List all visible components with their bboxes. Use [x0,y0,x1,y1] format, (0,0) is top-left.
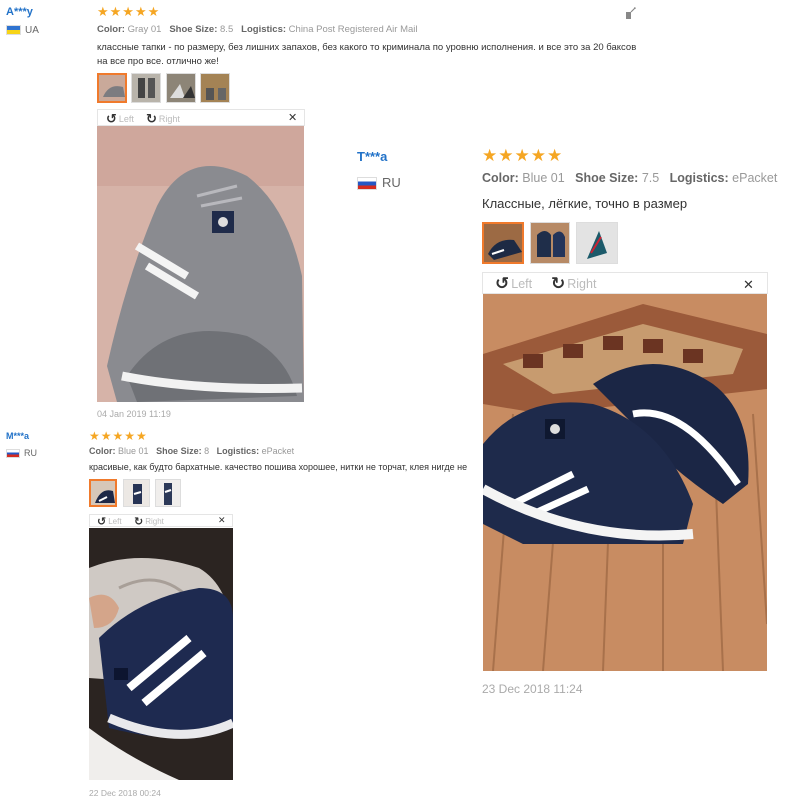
logistics-value: ePacket [261,446,295,456]
rotate-left-button[interactable]: ↺ Left [106,111,134,127]
color-value: Blue 01 [118,446,149,456]
rotate-left-label: Left [118,114,134,124]
photo-viewer-toolbar: ↺ Left ↻ Right ✕ [97,109,305,126]
review-photo-thumbnail[interactable] [530,222,570,264]
report-icon[interactable] [625,7,637,20]
russia-flag-icon [6,449,20,459]
logistics-label: Logistics: [669,171,729,185]
rotate-left-icon: ↺ [495,274,510,293]
size-label: Shoe Size: [156,446,202,456]
country-code: UA [25,25,39,36]
rotate-right-icon: ↻ [551,274,566,293]
reviewer-name[interactable]: A***y [6,6,33,18]
reviewer-country: RU [6,448,37,459]
star-rating: ★★★★★ [89,429,148,443]
review-text: классные тапки - по размеру, без лишних … [97,42,637,67]
review-photo-thumbnail[interactable] [166,73,196,103]
review-photo-thumbnail[interactable] [123,479,150,507]
photo-viewer-toolbar: ↺ Left ↻ Right ✕ [482,272,768,294]
logistics-value: ePacket [732,171,778,185]
review-meta: Color: Gray 01 Shoe Size: 8.5 Logistics:… [97,24,418,35]
size-value: 8 [204,446,210,456]
review-photo-thumbnail[interactable] [97,73,127,103]
color-value: Gray 01 [127,24,162,35]
rotate-right-button[interactable]: ↻ Right [551,274,596,294]
country-code: RU [382,175,401,190]
rotate-left-icon: ↺ [106,111,117,126]
rotate-left-button[interactable]: ↺ Left [495,274,532,294]
rotate-left-label: Left [511,277,533,291]
star-rating: ★★★★★ [482,146,564,165]
review-meta: Color: Blue 01 Shoe Size: 8 Logistics: e… [89,446,294,456]
rotate-right-label: Right [145,517,164,526]
review-meta: Color: Blue 01 Shoe Size: 7.5 Logistics:… [482,171,777,185]
russia-flag-icon [357,177,377,191]
size-label: Shoe Size: [169,24,218,35]
rotate-left-icon: ↺ [97,516,107,528]
rotate-left-button[interactable]: ↺ Left [97,515,122,528]
review-photo-thumbnail[interactable] [482,222,524,264]
logistics-label: Logistics: [216,446,260,456]
ukraine-flag-icon [6,25,21,36]
review-photo-thumbnail[interactable] [155,479,181,507]
review-date: 04 Jan 2019 11:19 [97,409,171,419]
rotate-left-label: Left [108,517,122,526]
close-icon[interactable]: ✕ [218,515,226,526]
rotate-right-icon: ↻ [134,516,144,528]
review-date: 22 Dec 2018 00:24 [89,788,161,798]
rotate-right-label: Right [567,277,597,291]
color-label: Color: [97,24,125,35]
rotate-right-label: Right [158,114,180,124]
logistics-value: China Post Registered Air Mail [288,24,418,35]
star-rating: ★★★★★ [97,4,161,19]
review-photo-thumbnail[interactable] [200,73,230,103]
size-value: 8.5 [220,24,234,35]
size-label: Shoe Size: [575,171,639,185]
reviewer-country: UA [6,25,39,36]
rotate-right-icon: ↻ [146,111,157,126]
review-photo-thumbnail[interactable] [89,479,117,507]
country-code: RU [24,448,37,458]
review-photo-large [483,294,767,671]
rotate-right-button[interactable]: ↻ Right [146,111,180,127]
review-photo-thumbnail[interactable] [131,73,161,103]
review-text: Классные, лёгкие, точно в размер [482,196,688,211]
reviewer-name[interactable]: M***a [6,431,29,441]
logistics-label: Logistics: [241,24,287,35]
review-text: красивые, как будто бархатные. качество … [89,462,468,472]
close-icon[interactable]: ✕ [743,277,754,293]
review-photo-large [97,126,304,402]
color-value: Blue 01 [522,171,565,185]
color-label: Color: [482,171,519,185]
reviewer-name[interactable]: T***a [357,149,387,164]
close-icon[interactable]: ✕ [288,111,297,124]
size-value: 7.5 [641,171,660,185]
review-date: 23 Dec 2018 11:24 [482,682,583,696]
review-photo-large [89,528,233,780]
photo-viewer-toolbar: ↺ Left ↻ Right ✕ [89,514,233,528]
review-photo-thumbnail[interactable] [576,222,618,264]
rotate-right-button[interactable]: ↻ Right [134,515,164,528]
reviewer-country: RU [357,175,401,191]
color-label: Color: [89,446,116,456]
